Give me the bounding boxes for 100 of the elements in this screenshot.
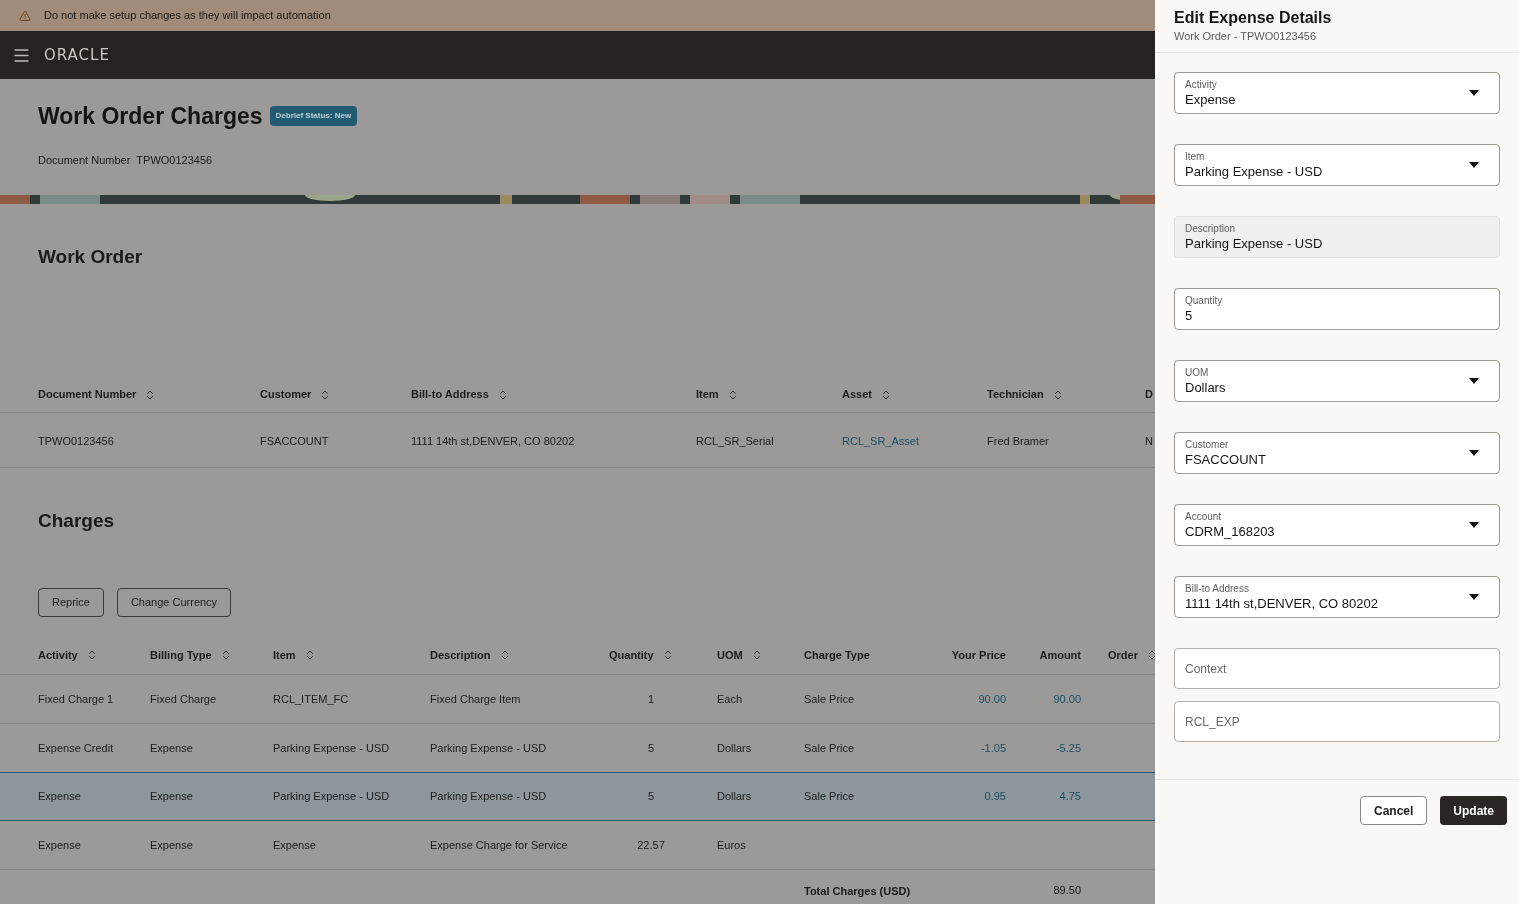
dropdown-caret-icon[interactable] [1469,450,1479,456]
column-header[interactable]: Item [696,386,739,403]
table-cell-text: Parking Expense - USD [430,740,547,756]
column-header[interactable]: UOM [717,646,763,664]
column-header[interactable]: Description [430,646,511,664]
dropdown-caret-icon[interactable] [1469,90,1479,96]
column-header[interactable]: Technician [987,386,1064,403]
field-label: Account [1185,512,1223,522]
table-cell-text: Expense Charge for Service [430,837,568,853]
drawer-subtitle: Work Order - TPWO0123456 [1174,29,1318,44]
select-field[interactable]: Customer FSACCOUNT [1174,432,1500,474]
logo[interactable]: ORACLE [44,43,110,67]
field-value: Parking Expense - USD [1185,165,1324,178]
table-cell-text: Sale Price [804,789,855,805]
field-value: FSACCOUNT [1185,453,1267,466]
field-value: 1111 14th st,DENVER, CO 80202 [1185,597,1379,610]
document-label: Document Number [38,152,131,168]
table-cell-text: Sale Price [804,740,855,756]
toolbar-button[interactable]: Reprice [38,588,104,617]
text-field[interactable]: Context [1174,648,1500,689]
table-cell-text: Fixed Charge Item [430,691,521,707]
table-cell-text: Euros [717,837,746,853]
table-cell-text: Parking Expense - USD [273,740,390,756]
table-cell-text: Expense [38,837,81,853]
banner-text: Do not make setup changes as they will impact automation [44,8,331,24]
table-cell-text: 0.95 [984,789,1006,805]
section-title: Work Order [37,245,144,269]
select-field[interactable]: Account CDRM_168203 [1174,504,1500,546]
table-cell-text: Sale Price [804,691,855,707]
field-label: UOM [1185,368,1210,378]
table-cell-text: Expense Credit [38,740,114,756]
select-field[interactable]: Item Parking Expense - USD [1174,144,1500,186]
column-header[interactable]: Activity [38,646,98,664]
table-row[interactable]: Fixed Charge 1 Fixed Charge RCL_ITEM_FC Fixed Charge Item 1 Each Sale Price 90.00 90.00 [0,675,1155,724]
table-cell-text: Expense [273,837,316,853]
field-label: Activity [1185,80,1218,90]
dropdown-caret-icon[interactable] [1469,522,1479,528]
table-cell-text: Parking Expense - USD [273,789,390,805]
update-button[interactable]: Update [1440,796,1507,825]
select-field[interactable]: Activity Expense [1174,72,1500,114]
table-cell-text: Expense [150,740,193,756]
field-value: Dollars [1185,381,1227,394]
field-label: Item [1185,152,1206,162]
column-header[interactable]: Item [273,646,316,664]
page-title: Work Order Charges [38,102,263,131]
field-value: Expense [1185,93,1237,106]
cancel-button[interactable]: Cancel [1359,796,1428,825]
text-field[interactable]: Quantity 5 [1174,288,1500,330]
document-number: TPWO0123456 [136,152,213,168]
table-cell-text: 5 [647,789,655,805]
column-header[interactable]: Customer [260,386,332,403]
table-cell-text: 1 [647,691,655,707]
table-cell-text: 4.75 [1059,789,1081,805]
dropdown-caret-icon[interactable] [1469,594,1479,600]
column-header[interactable]: Asset [842,386,892,403]
dropdown-caret-icon[interactable] [1469,162,1479,168]
table-cell-text: Dollars [717,740,752,756]
table-cell-text: -5.25 [1055,740,1081,756]
section-title: Charges [37,509,116,533]
table-cell-text: RCL_ITEM_FC [273,691,349,707]
table-cell: RCL_SR_Serial [696,435,774,447]
column-header[interactable]: Document Number [38,386,157,403]
warning-icon [19,9,31,22]
field-label: Bill-to Address [1185,584,1250,594]
table-cell: FSACCOUNT [260,435,329,447]
text-field[interactable]: RCL_EXP [1174,701,1500,742]
table-cell-text: -1.05 [980,740,1006,756]
total-value: 89.50 [1053,882,1081,898]
table-cell-text: Expense [150,789,193,805]
column-header[interactable]: Amount [1039,646,1081,664]
field-value: Parking Expense - USD [1185,237,1324,250]
column-header[interactable]: Quantity [609,646,674,664]
table-cell: Fred Bramer [987,435,1049,447]
table-cell-text: Expense [150,837,193,853]
table-cell-text: 90.00 [978,691,1006,707]
table-cell-text: 22.57 [637,837,665,853]
field-label: Quantity [1185,296,1224,306]
select-field[interactable]: Bill-to Address 1111 14th st,DENVER, CO 80202 [1174,576,1500,618]
drawer-title: Edit Expense Details [1174,8,1333,28]
dropdown-caret-icon[interactable] [1469,378,1479,384]
table-cell-text: Dollars [717,789,752,805]
select-field[interactable]: UOM Dollars [1174,360,1500,402]
column-header[interactable]: Billing Type [150,646,232,664]
table-row[interactable]: Expense Expense Expense Expense Charge for Service 22.57 Euros [0,821,1155,870]
table-cell-text: Expense [38,789,81,805]
table-cell-text: Fixed Charge 1 [38,691,114,707]
asset-link[interactable]: RCL_SR_Asset [842,435,920,447]
table-cell-text: Each [717,691,743,707]
status-badge: Debrief Status: New [269,106,358,127]
column-header[interactable]: Bill-to Address [411,386,509,403]
field-value: CDRM_168203 [1185,525,1276,538]
table-cell-text: Fixed Charge [150,691,217,707]
field-label: Customer [1185,440,1230,450]
column-header[interactable]: Your Price [951,646,1006,664]
column-header[interactable]: Charge Type [804,646,870,664]
table-row[interactable]: Expense Expense Parking Expense - USD Parking Expense - USD 5 Dollars Sale Price 0.95 4.75 [0,772,1155,821]
table-cell-text: 90.00 [1053,691,1081,707]
field-label: Description [1185,224,1237,234]
column-header[interactable]: D [1145,386,1153,403]
toolbar-button[interactable]: Change Currency [116,588,232,617]
